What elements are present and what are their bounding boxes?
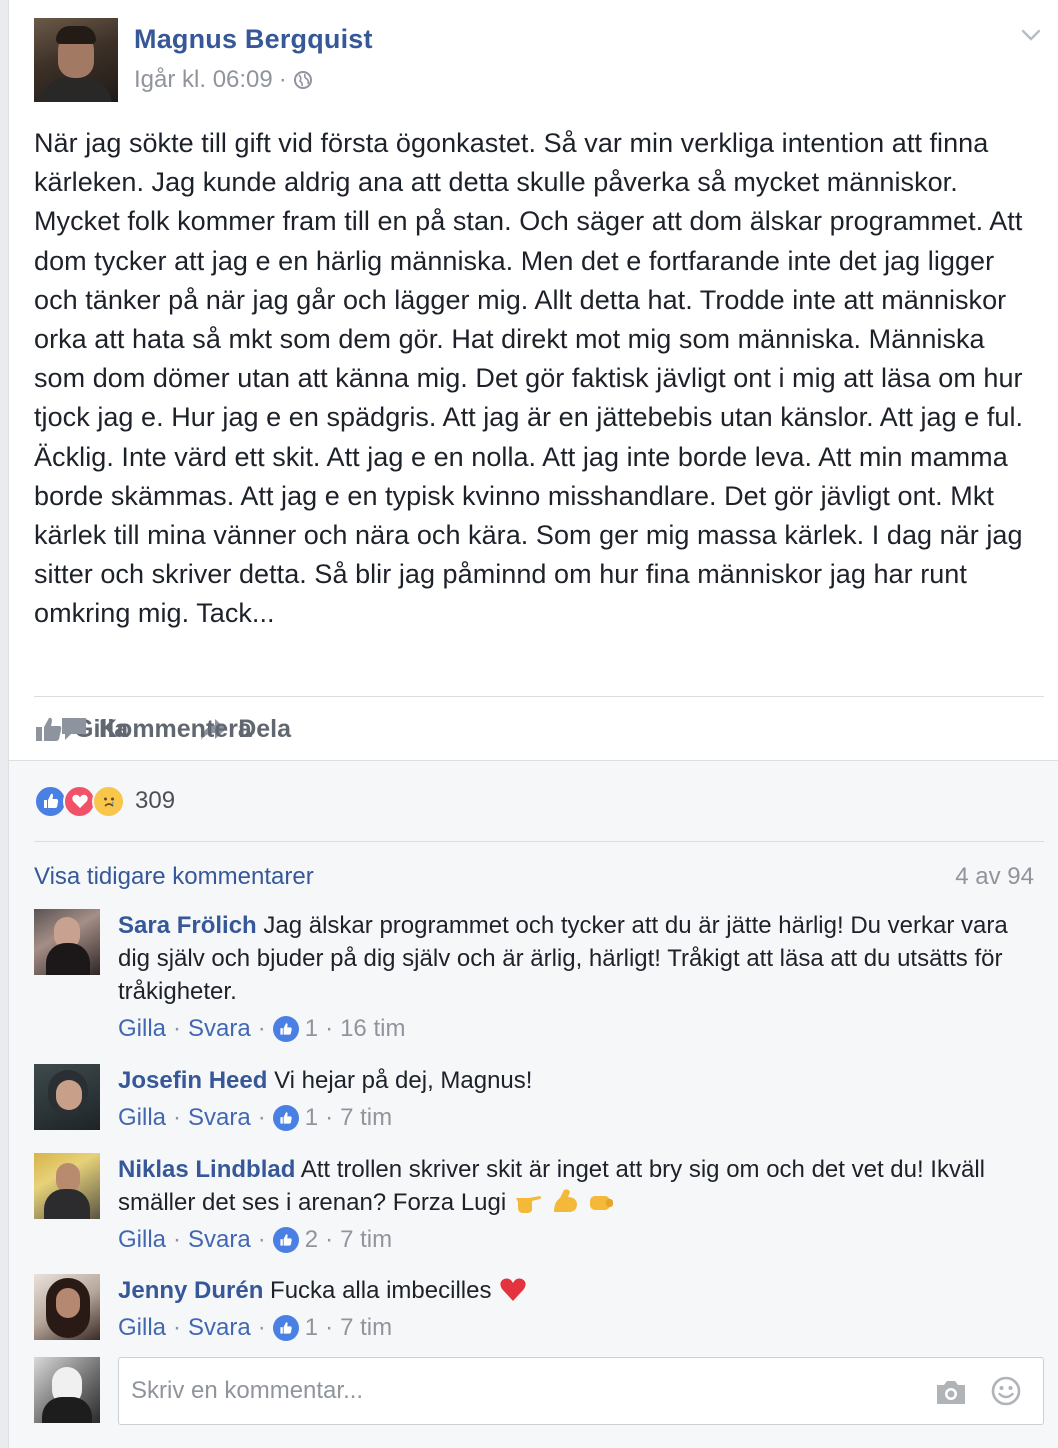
comment-time[interactable]: 7 tim [340, 1104, 392, 1132]
chevron-down-icon[interactable] [1018, 22, 1044, 48]
comment-meta: Gilla · Svara · 2 · 7 tim [118, 1226, 393, 1254]
post-text: När jag sökte till gift vid första ögonk… [34, 128, 1024, 629]
comment-like-icon [272, 1016, 299, 1042]
post-header: Magnus Bergquist Igår kl. 06:09 · [34, 18, 1044, 102]
author-name[interactable]: Magnus Bergquist [134, 24, 373, 55]
comment-meta: Gilla · Svara · 1 · 16 tim [118, 1015, 406, 1043]
post-actions: Gilla Kommentera Dela [34, 704, 291, 754]
author-avatar[interactable] [34, 18, 118, 102]
action-divider [34, 696, 1044, 697]
comment-label: Kommentera [99, 714, 252, 743]
red-heart-emoji-icon [500, 1278, 526, 1301]
commenter-name[interactable]: Niklas Lindblad [118, 1156, 295, 1183]
comment-like-count[interactable]: 1 [305, 1104, 318, 1132]
comment-like-link[interactable]: Gilla [118, 1226, 166, 1254]
post-meta: Igår kl. 06:09 · [134, 66, 313, 94]
commenter-name[interactable]: Sara Frölich [118, 912, 257, 939]
camera-icon[interactable] [934, 1377, 968, 1407]
comment-button[interactable]: Kommentera [59, 714, 1058, 744]
comments-divider [34, 841, 1044, 842]
comment-like-icon [272, 1227, 299, 1253]
reaction-count: 309 [135, 787, 176, 814]
comment-input[interactable] [118, 1357, 1044, 1425]
post-card: Magnus Bergquist Igår kl. 06:09 · När ja… [8, 0, 1058, 1448]
commenter-name[interactable]: Josefin Heed [118, 1067, 267, 1094]
commenter-avatar[interactable] [34, 1274, 100, 1340]
comment-like-icon [272, 1105, 299, 1131]
comment-body: Josefin Heed Vi hejar på dej, Magnus! [118, 1064, 1018, 1097]
comment-body: Jenny Durén Fucka alla imbecilles [118, 1274, 1018, 1307]
comment-like-link[interactable]: Gilla [118, 1015, 166, 1043]
pointing-hand-emoji-icon [515, 1196, 541, 1213]
post-timestamp[interactable]: Igår kl. 06:09 [134, 66, 273, 94]
commenter-avatar[interactable] [34, 1064, 100, 1130]
globe-icon[interactable] [293, 70, 313, 90]
comment-like-icon [272, 1315, 299, 1341]
comment-icon [62, 718, 86, 740]
flexed-bicep-emoji-icon [553, 1189, 577, 1212]
comment-body: Sara Frölich Jag älskar programmet och t… [118, 909, 1018, 1008]
view-previous-comments-link[interactable]: Visa tidigare kommentarer [34, 863, 314, 891]
comment-body: Niklas Lindblad Att trollen skriver skit… [118, 1153, 1018, 1219]
comment-text: Fucka alla imbecilles [270, 1277, 492, 1304]
commenter-avatar[interactable] [34, 1153, 100, 1219]
comment-like-count[interactable]: 1 [305, 1015, 318, 1043]
emoji-smile-icon[interactable] [990, 1375, 1022, 1407]
commenter-avatar[interactable] [34, 909, 100, 975]
meta-separator: · [278, 66, 287, 93]
comment-meta: Gilla · Svara · 1 · 7 tim [118, 1104, 393, 1132]
comment-reply-link[interactable]: Svara [188, 1015, 251, 1043]
comment-like-link[interactable]: Gilla [118, 1314, 166, 1342]
comment-like-link[interactable]: Gilla [118, 1104, 166, 1132]
comment-time[interactable]: 7 tim [340, 1314, 392, 1342]
comment-time[interactable]: 7 tim [340, 1226, 392, 1254]
current-user-avatar [34, 1357, 100, 1423]
comment-time[interactable]: 16 tim [340, 1015, 405, 1043]
comment-like-count[interactable]: 2 [305, 1226, 318, 1254]
comments-section: 309 Visa tidigare kommentarer 4 av 94 Sa… [9, 760, 1058, 1448]
compose-comment [34, 1357, 1044, 1427]
comment-reply-link[interactable]: Svara [188, 1314, 251, 1342]
commenter-name[interactable]: Jenny Durén [118, 1277, 263, 1304]
comment-reply-link[interactable]: Svara [188, 1226, 251, 1254]
comments-count: 4 av 94 [955, 863, 1034, 890]
reactions-summary[interactable]: 309 [34, 783, 175, 819]
comment-meta: Gilla · Svara · 1 · 7 tim [118, 1314, 393, 1342]
fist-emoji-icon [590, 1196, 614, 1210]
comment-text: Vi hejar på dej, Magnus! [274, 1067, 533, 1094]
sad-reaction-icon [92, 784, 125, 818]
comment-like-count[interactable]: 1 [305, 1314, 318, 1342]
comment-reply-link[interactable]: Svara [188, 1104, 251, 1132]
